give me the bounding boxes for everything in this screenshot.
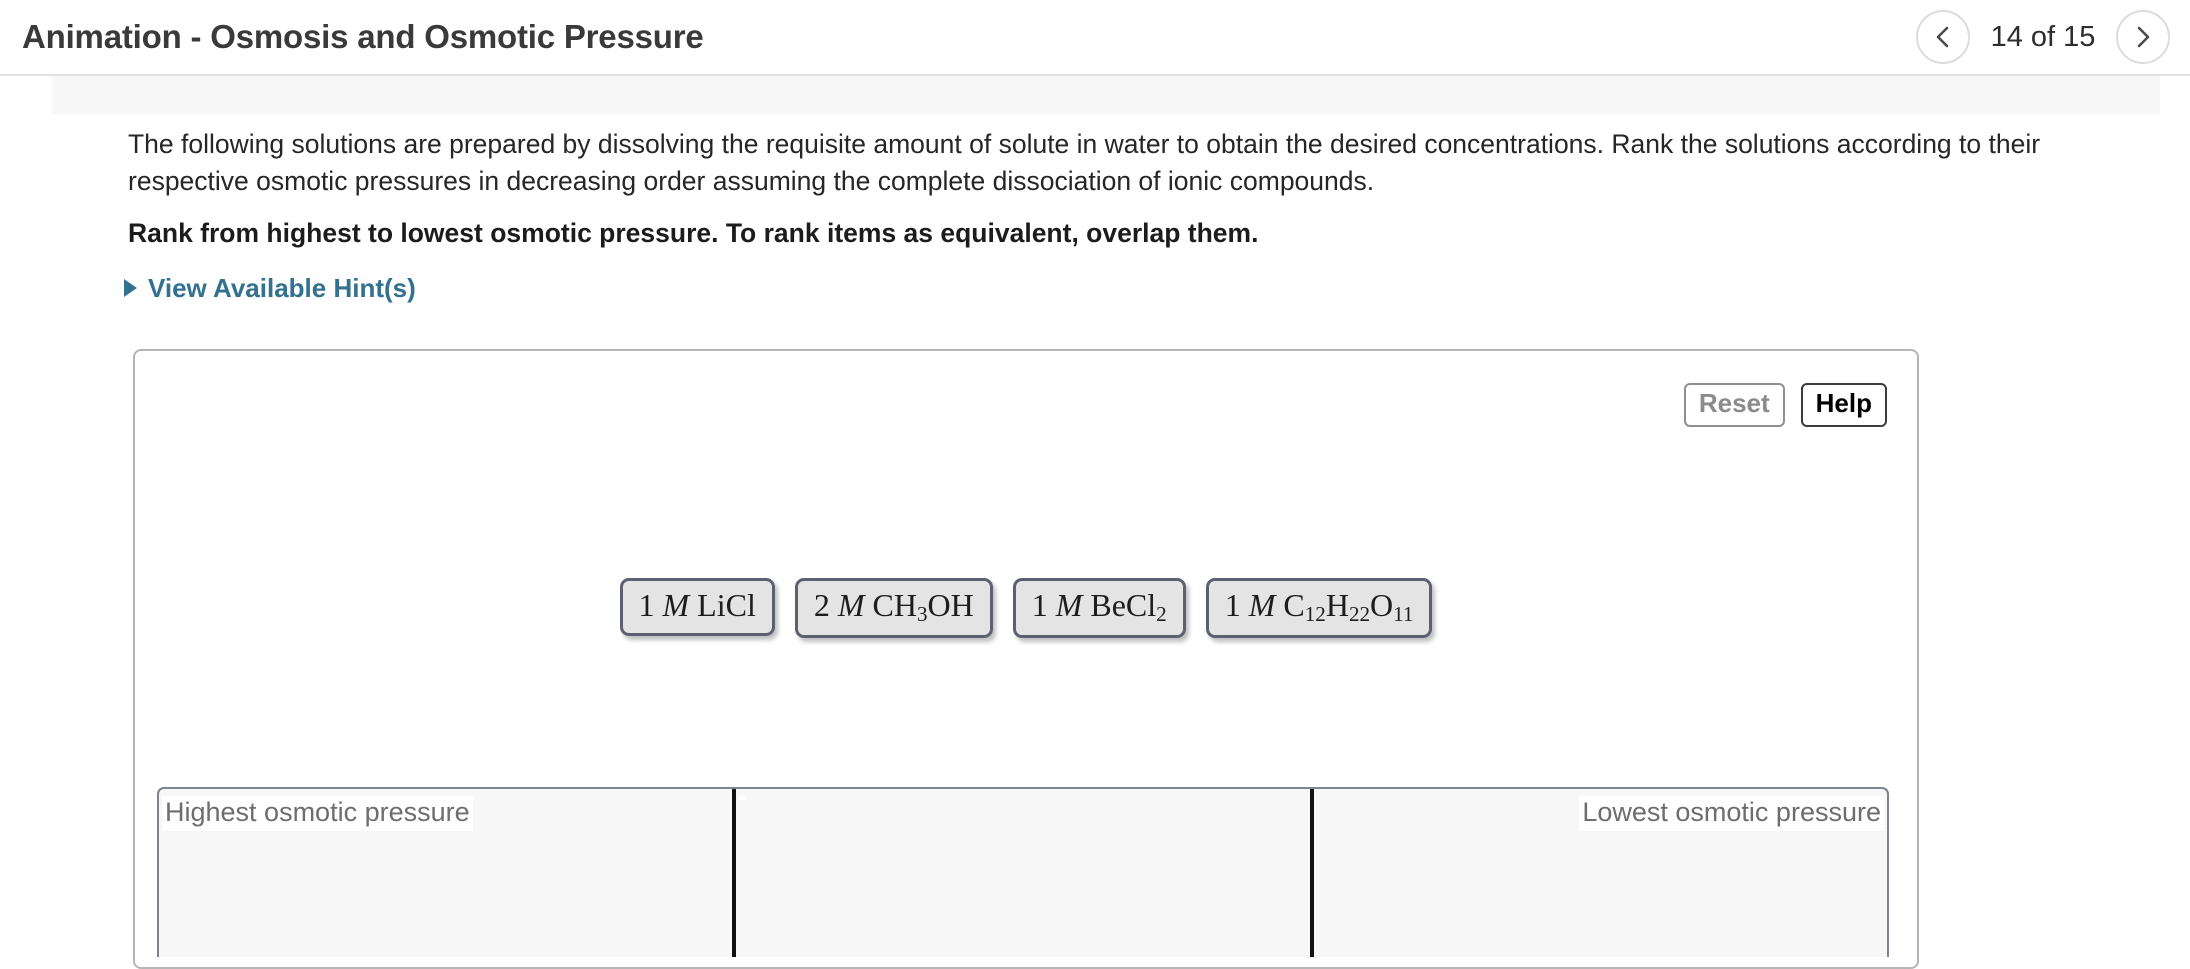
tile-formula: C12H22O11 [1283, 587, 1414, 626]
help-button[interactable]: Help [1800, 383, 1887, 427]
rank-bin-middle[interactable] [732, 789, 1309, 957]
ranking-bins: Highest osmotic pressure Lowest osmotic … [157, 787, 1889, 957]
view-hints-link[interactable]: View Available Hint(s) [0, 273, 416, 304]
chevron-left-icon [1932, 24, 1954, 50]
previous-page-button[interactable] [1916, 10, 1970, 64]
tile-concentration: 1 [1224, 587, 1241, 623]
draggable-tile-licl[interactable]: 1 M LiCl [619, 578, 775, 636]
draggable-tile-tray: 1 M LiCl 2 M CH3OH 1 M BeCl2 1 M C12H22O… [135, 578, 1917, 639]
tile-molarity-unit: M [1055, 587, 1083, 623]
bin-label-middle [739, 796, 746, 800]
triangle-right-icon [124, 279, 137, 298]
subheader-band [52, 76, 2160, 114]
panel-toolbar: Reset Help [1683, 383, 1887, 427]
chevron-right-icon [2132, 24, 2154, 50]
bin-label-highest: Highest osmotic pressure [162, 796, 473, 831]
rank-bin-highest[interactable]: Highest osmotic pressure [159, 789, 732, 957]
tile-formula: BeCl2 [1090, 587, 1167, 626]
tile-formula: CH3OH [872, 587, 974, 626]
tile-concentration: 1 [638, 587, 655, 623]
draggable-tile-ch3oh[interactable]: 2 M CH3OH [794, 578, 993, 639]
ranking-instruction: Rank from highest to lowest osmotic pres… [128, 218, 1259, 249]
tile-molarity-unit: M [837, 587, 865, 623]
reset-button[interactable]: Reset [1683, 383, 1785, 427]
app-header: Animation - Osmosis and Osmotic Pressure… [0, 0, 2190, 76]
tile-concentration: 2 [813, 587, 830, 623]
tile-concentration: 1 [1031, 587, 1048, 623]
question-section: The following solutions are prepared by … [0, 114, 2190, 304]
tile-molarity-unit: M [1248, 587, 1276, 623]
page-counter: 14 of 15 [1990, 20, 2096, 53]
view-hints-label: View Available Hint(s) [148, 272, 416, 303]
draggable-tile-becl2[interactable]: 1 M BeCl2 [1012, 578, 1186, 639]
tile-formula: LiCl [697, 587, 756, 623]
question-prompt: The following solutions are prepared by … [128, 129, 2041, 196]
tile-molarity-unit: M [662, 587, 690, 623]
page-title: Animation - Osmosis and Osmotic Pressure [22, 18, 704, 55]
rank-bin-lowest[interactable]: Lowest osmotic pressure [1309, 789, 1887, 957]
pagination-controls: 14 of 15 [1916, 10, 2170, 64]
bin-label-lowest: Lowest osmotic pressure [1579, 796, 1884, 831]
next-page-button[interactable] [2116, 10, 2170, 64]
draggable-tile-sucrose[interactable]: 1 M C12H22O11 [1205, 578, 1433, 639]
subheader-strip [0, 76, 2190, 114]
ranking-activity-panel: Reset Help 1 M LiCl 2 M CH3OH 1 M BeCl2 … [133, 349, 1919, 969]
